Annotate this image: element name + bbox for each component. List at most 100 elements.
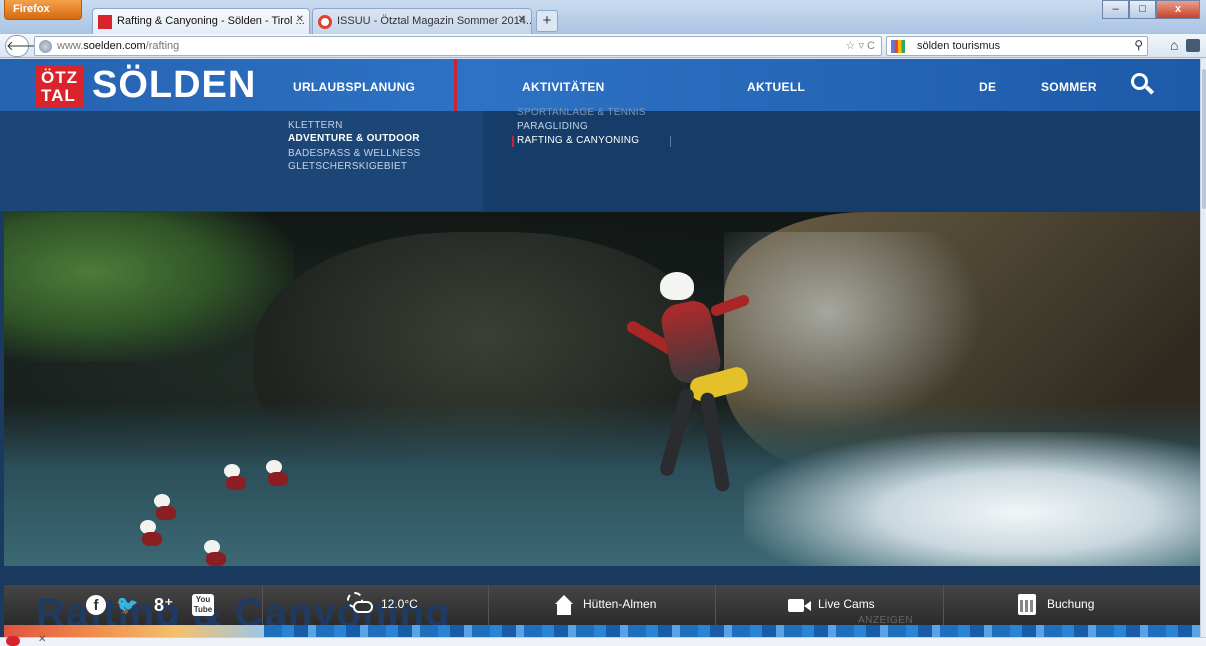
hero-swimmer <box>224 464 246 490</box>
booking-label: Buchung <box>1047 597 1095 611</box>
nav-aktivitaeten[interactable]: AKTIVITÄTEN <box>522 80 605 94</box>
weather-partly-cloudy-icon <box>345 592 375 618</box>
issuu-favicon-icon <box>318 15 332 29</box>
site-search-icon[interactable] <box>1131 73 1155 97</box>
youtube-icon-line1: You <box>195 595 211 604</box>
season-selector[interactable]: SOMMER <box>1041 80 1097 94</box>
site-header: ÖTZ TAL SÖLDEN URLAUBSPLANUNG AKTIVITÄTE… <box>0 59 1200 111</box>
dropdown-item-rafting-canyoning[interactable]: RAFTING & CANYONING <box>517 135 639 146</box>
addon-icon[interactable] <box>6 636 20 646</box>
hero-foliage <box>4 212 294 362</box>
info-bar: Rafting & Canyoning f 🐦 8⁺ You Tube 12.0… <box>4 585 1200 635</box>
url-path: /rafting <box>145 40 180 52</box>
tab-issuu[interactable]: ISSUU - Ötztal Magazin Sommer 2014... ✕ <box>312 8 532 34</box>
site-identity-icon[interactable] <box>39 40 52 53</box>
youtube-icon-line2: Tube <box>193 605 213 614</box>
figure-helmet <box>660 272 694 300</box>
hero-image-canyoning <box>4 212 1200 566</box>
temperature-value: 12.0°C <box>381 597 418 611</box>
dropdown-separator <box>670 136 671 147</box>
addon-bar: ✕ <box>0 634 1206 646</box>
camera-body <box>788 599 804 612</box>
minimize-button[interactable]: – <box>1102 0 1129 19</box>
logo-badge-line2: TAL <box>41 86 76 105</box>
dropdown-arrow-icon[interactable]: ▿ <box>858 40 864 52</box>
calendar-icon <box>1018 594 1036 615</box>
figure-arm-right <box>709 293 751 318</box>
hero-swimmer <box>140 520 162 546</box>
tab-rafting[interactable]: Rafting & Canyoning - Sölden - Tirol ...… <box>92 8 310 34</box>
search-input[interactable]: sölden tourismus <box>917 40 1000 52</box>
hero-swimmer <box>204 540 226 566</box>
tab-close-icon[interactable]: ✕ <box>296 14 304 25</box>
web-page: ÖTZ TAL SÖLDEN URLAUBSPLANUNG AKTIVITÄTE… <box>0 59 1206 637</box>
youtube-icon[interactable]: You Tube <box>192 594 214 616</box>
url-text: www.soelden.com/rafting <box>57 40 179 52</box>
camera-lens <box>804 601 811 611</box>
dropdown-item-sportanlage-tennis[interactable]: SPORTANLAGE & TENNIS <box>517 107 646 118</box>
page-scrollbar[interactable] <box>1200 59 1206 637</box>
hero-waterfall-splash <box>744 432 1200 566</box>
nav-active-divider <box>454 59 457 111</box>
huts-label: Hütten-Almen <box>583 597 657 611</box>
url-prefix: www. <box>57 40 84 52</box>
tab-label: Rafting & Canyoning - Sölden - Tirol ... <box>117 15 305 27</box>
bookmark-star-icon[interactable]: ☆ <box>846 40 856 52</box>
nav-urlaubsplanung[interactable]: URLAUBSPLANUNG <box>293 80 415 94</box>
browser-nav-bar: 🡐 www.soelden.com/rafting ☆ ▿ C sölden t… <box>0 34 1206 58</box>
reload-icon[interactable]: C <box>867 40 875 52</box>
window-controls: – □ x <box>1102 0 1200 19</box>
tab-label: ISSUU - Ötztal Magazin Sommer 2014... <box>337 15 532 27</box>
dropdown-item-badespass-wellness[interactable]: BADESPASS & WELLNESS <box>288 148 421 159</box>
home-icon[interactable]: ⌂ <box>1170 37 1178 53</box>
maximize-button[interactable]: □ <box>1129 0 1156 19</box>
dropdown-item-gletscherskigebiet[interactable]: GLETSCHERSKIGEBIET <box>288 161 407 172</box>
logo-badge-line1: ÖTZ <box>41 68 78 87</box>
live-cams-label: Live Cams <box>818 597 875 611</box>
video-camera-icon <box>788 599 811 612</box>
hero-swimmer <box>266 460 288 486</box>
booking-link[interactable]: Buchung <box>944 585 1200 625</box>
address-bar[interactable]: www.soelden.com/rafting ☆ ▿ C <box>34 36 882 56</box>
active-item-marker <box>512 136 514 147</box>
hut-icon <box>555 595 573 615</box>
weather-cloud <box>353 601 373 613</box>
addon-bar-close-icon[interactable]: ✕ <box>38 634 46 645</box>
live-cams-link[interactable]: Live Cams ANZEIGEN <box>716 585 944 626</box>
toolbar-addon-icon[interactable] <box>1186 39 1200 52</box>
new-tab-button[interactable]: + <box>536 10 558 32</box>
back-button[interactable]: 🡐 <box>5 35 41 57</box>
browser-tab-strip: Firefox Rafting & Canyoning - Sölden - T… <box>0 0 1206 34</box>
close-window-button[interactable]: x <box>1156 0 1200 19</box>
hero-swimmer <box>154 494 176 520</box>
oetztal-favicon-icon <box>98 15 112 29</box>
hut-base <box>557 604 571 615</box>
dropdown-item-paragliding[interactable]: PARAGLIDING <box>517 121 588 132</box>
scrollbar-thumb[interactable] <box>1202 69 1206 209</box>
language-selector[interactable]: DE <box>979 80 996 94</box>
dropdown-item-klettern[interactable]: KLETTERN <box>288 120 343 131</box>
facebook-icon[interactable]: f <box>86 595 106 615</box>
hut-roof <box>555 595 573 604</box>
figure-leg-right <box>699 391 731 493</box>
search-handle <box>1144 85 1155 95</box>
social-links: f 🐦 8⁺ You Tube <box>4 585 262 625</box>
google-plus-icon[interactable]: 8⁺ <box>154 595 174 616</box>
oetztal-logo[interactable]: ÖTZ TAL <box>36 66 84 108</box>
tab-close-icon[interactable]: ✕ <box>518 14 526 25</box>
dropdown-left-panel <box>0 111 483 211</box>
activities-dropdown: KLETTERN ADVENTURE & OUTDOOR BADESPASS &… <box>0 107 1200 211</box>
nav-aktuell[interactable]: AKTUELL <box>747 80 805 94</box>
firefox-menu-button[interactable]: Firefox <box>4 0 82 20</box>
hero-canyoneer-figure <box>624 272 774 522</box>
url-domain: soelden.com <box>83 40 146 52</box>
soelden-logo-text[interactable]: SÖLDEN <box>92 64 256 107</box>
huts-link[interactable]: Hütten-Almen <box>489 585 716 625</box>
search-icon[interactable]: ⚲ <box>1134 38 1143 52</box>
search-bar[interactable]: sölden tourismus ⚲ <box>886 36 1148 56</box>
weather-widget[interactable]: 12.0°C <box>262 585 489 625</box>
twitter-icon[interactable]: 🐦 <box>116 595 138 616</box>
dropdown-item-adventure-outdoor[interactable]: ADVENTURE & OUTDOOR <box>288 133 420 144</box>
search-engine-icon[interactable] <box>891 40 905 53</box>
figure-leg-left <box>658 386 696 478</box>
